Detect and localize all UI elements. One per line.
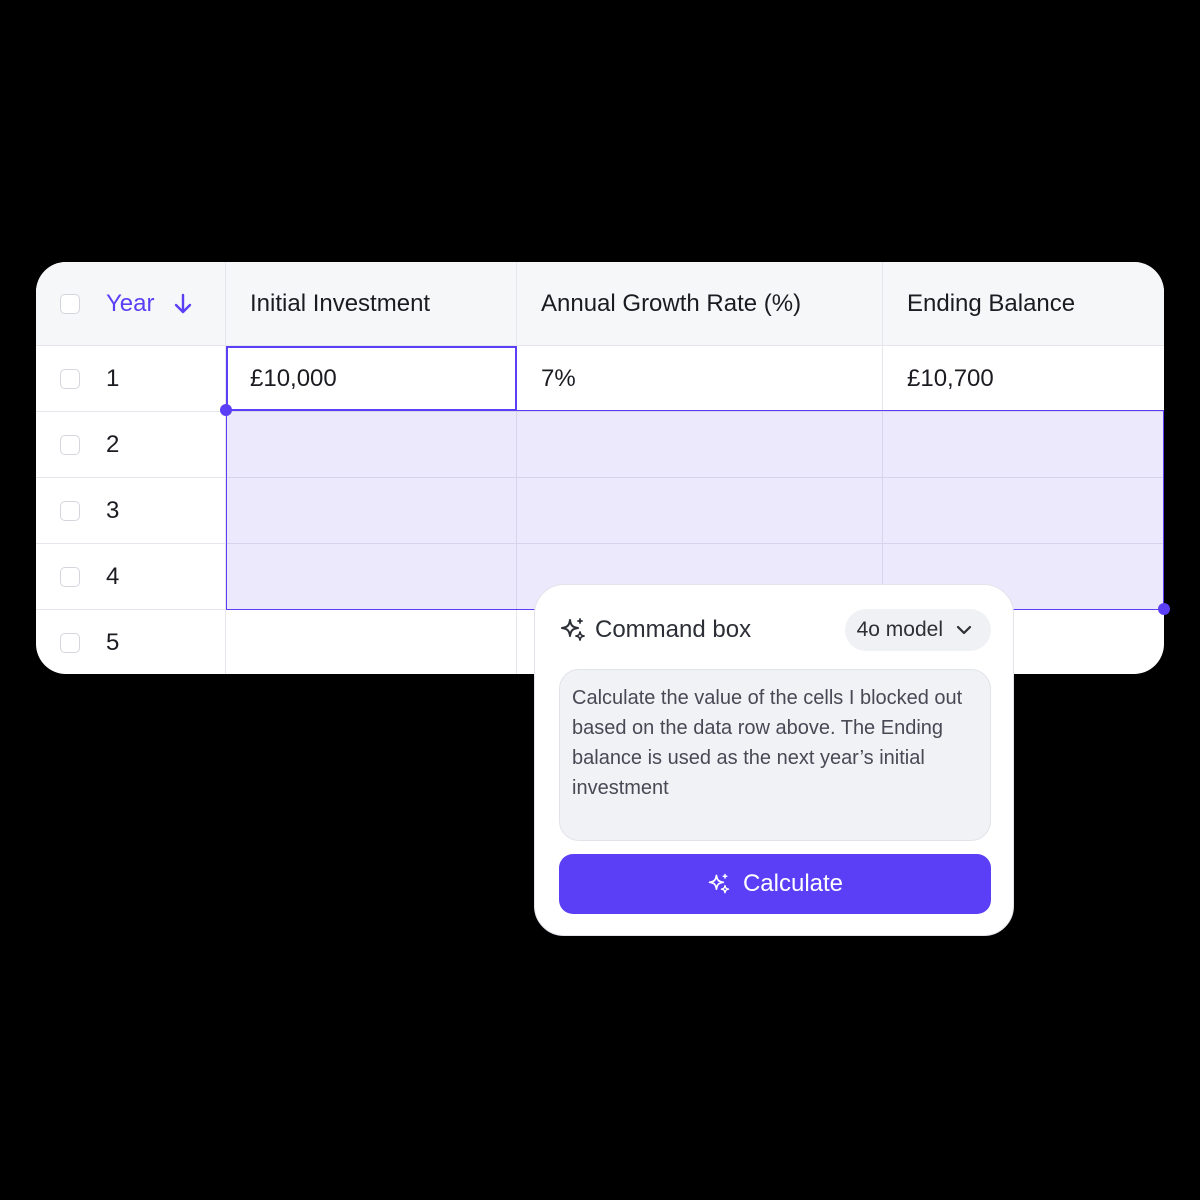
model-select-label: 4o model (856, 618, 943, 641)
growth-rate-cell[interactable]: 7% (517, 346, 883, 411)
initial-investment-cell[interactable] (226, 478, 517, 543)
command-box-header: Command box 4o model (559, 609, 991, 651)
row-checkbox[interactable] (60, 500, 80, 521)
year-cell[interactable]: 5 (36, 610, 226, 674)
table-row: 1 £10,000 7% £10,700 (36, 346, 1164, 412)
initial-investment-cell[interactable] (226, 412, 517, 477)
cell-value: 7% (541, 364, 576, 392)
row-year: 4 (106, 562, 120, 590)
header-label-initial-investment: Initial Investment (250, 289, 431, 317)
ending-balance-cell[interactable] (883, 412, 1164, 477)
command-box-title: Command box (595, 616, 752, 643)
year-cell[interactable]: 2 (36, 412, 226, 477)
command-box: Command box 4o model Calculate the value… (534, 584, 1014, 936)
row-year: 5 (106, 629, 120, 656)
cell-value: £10,700 (907, 364, 994, 392)
model-select[interactable]: 4o model (844, 609, 991, 651)
arrow-down-icon[interactable] (171, 292, 195, 316)
year-cell[interactable]: 3 (36, 478, 226, 543)
sparkles-icon (561, 618, 585, 641)
growth-rate-cell[interactable] (517, 412, 883, 477)
row-year: 2 (106, 430, 120, 458)
header-label-ending-balance: Ending Balance (907, 289, 1076, 317)
select-all-checkbox[interactable] (60, 293, 80, 314)
cell-value: £10,000 (250, 364, 337, 392)
ending-balance-cell[interactable]: £10,700 (883, 346, 1164, 411)
row-checkbox[interactable] (60, 434, 80, 455)
header-cell-year[interactable]: Year (36, 262, 226, 345)
header-label-year: Year (106, 289, 155, 317)
table-row: 2 (36, 412, 1164, 478)
calculate-button[interactable]: Calculate (559, 854, 991, 914)
stage: Year Initial Investment Annual Growth Ra… (0, 0, 1200, 1200)
row-year: 1 (106, 364, 120, 392)
table-row: 3 (36, 478, 1164, 544)
sparkles-icon (708, 873, 730, 894)
row-checkbox[interactable] (60, 368, 80, 389)
initial-investment-cell[interactable] (226, 610, 517, 674)
table-header-row: Year Initial Investment Annual Growth Ra… (36, 262, 1164, 346)
header-label-growth-rate: Annual Growth Rate (%) (541, 289, 802, 317)
prompt-textarea[interactable]: Calculate the value of the cells I block… (559, 669, 991, 841)
header-cell-initial-investment[interactable]: Initial Investment (226, 262, 517, 345)
year-cell[interactable]: 1 (36, 346, 226, 411)
row-checkbox[interactable] (60, 633, 80, 653)
chevron-down-icon (956, 625, 972, 635)
growth-rate-cell[interactable] (517, 478, 883, 543)
calculate-button-label: Calculate (742, 870, 844, 897)
initial-investment-cell[interactable] (226, 544, 517, 609)
selection-handle-bottom-right[interactable] (1158, 603, 1170, 615)
selection-handle-top-left[interactable] (220, 404, 232, 416)
year-cell[interactable]: 4 (36, 544, 226, 609)
ending-balance-cell[interactable] (883, 478, 1164, 543)
row-checkbox[interactable] (60, 566, 80, 587)
row-year: 3 (106, 496, 120, 524)
initial-investment-cell[interactable]: £10,000 (226, 346, 517, 411)
header-cell-ending-balance[interactable]: Ending Balance (883, 262, 1164, 345)
header-cell-growth-rate[interactable]: Annual Growth Rate (%) (517, 262, 883, 345)
